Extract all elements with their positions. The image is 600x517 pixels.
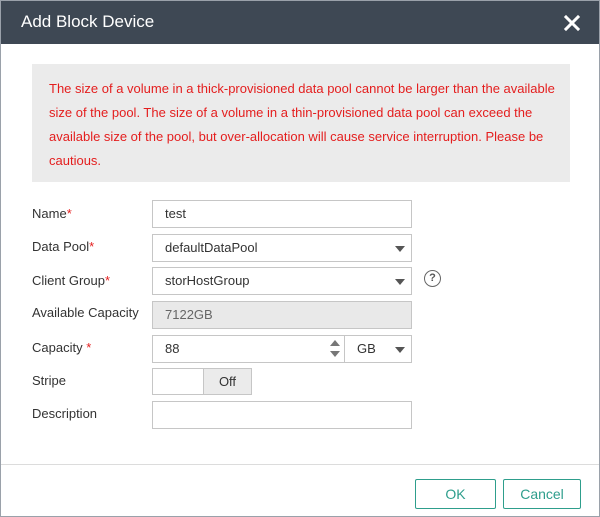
name-input[interactable]: test xyxy=(152,200,412,228)
warning-message: The size of a volume in a thick-provisio… xyxy=(32,64,570,182)
name-label: Name* xyxy=(32,206,72,221)
client-group-value: storHostGroup xyxy=(165,273,250,288)
dialog-footer: OK Cancel xyxy=(1,464,599,516)
capacity-stepper[interactable] xyxy=(329,339,341,359)
required-mark: * xyxy=(66,206,72,221)
stripe-toggle[interactable]: Off xyxy=(152,368,252,395)
chevron-down-icon xyxy=(395,279,405,285)
data-pool-select[interactable]: defaultDataPool xyxy=(152,234,412,262)
capacity-unit-select[interactable]: GB xyxy=(344,335,412,363)
capacity-value: 88 xyxy=(165,341,180,356)
client-group-label: Client Group* xyxy=(32,273,111,288)
required-mark: * xyxy=(89,239,95,254)
add-block-device-dialog: Add Block Device The size of a volume in… xyxy=(0,0,600,517)
chevron-down-icon xyxy=(395,246,405,252)
required-mark: * xyxy=(86,340,92,355)
client-group-select[interactable]: storHostGroup xyxy=(152,267,412,295)
stripe-toggle-state: Off xyxy=(203,369,251,394)
chevron-down-icon xyxy=(395,347,405,353)
ok-button[interactable]: OK xyxy=(415,479,496,509)
dialog-titlebar: Add Block Device xyxy=(1,1,599,44)
capacity-label: Capacity * xyxy=(32,340,92,355)
close-icon[interactable] xyxy=(562,13,582,33)
available-capacity-value: 7122GB xyxy=(152,301,412,329)
description-input[interactable] xyxy=(152,401,412,429)
capacity-unit-value: GB xyxy=(357,341,376,356)
capacity-input[interactable]: 88 xyxy=(152,335,345,363)
question-circle-icon[interactable]: ? xyxy=(424,270,441,287)
cancel-button[interactable]: Cancel xyxy=(503,479,581,509)
stripe-label: Stripe xyxy=(32,373,66,388)
data-pool-value: defaultDataPool xyxy=(165,240,258,255)
stepper-down-icon[interactable] xyxy=(330,351,340,357)
dialog-title: Add Block Device xyxy=(21,12,155,31)
available-capacity-label: Available Capacity xyxy=(32,305,139,320)
required-mark: * xyxy=(104,273,111,288)
stepper-up-icon[interactable] xyxy=(330,340,340,346)
description-label: Description xyxy=(32,406,98,421)
data-pool-label: Data Pool* xyxy=(32,239,95,254)
